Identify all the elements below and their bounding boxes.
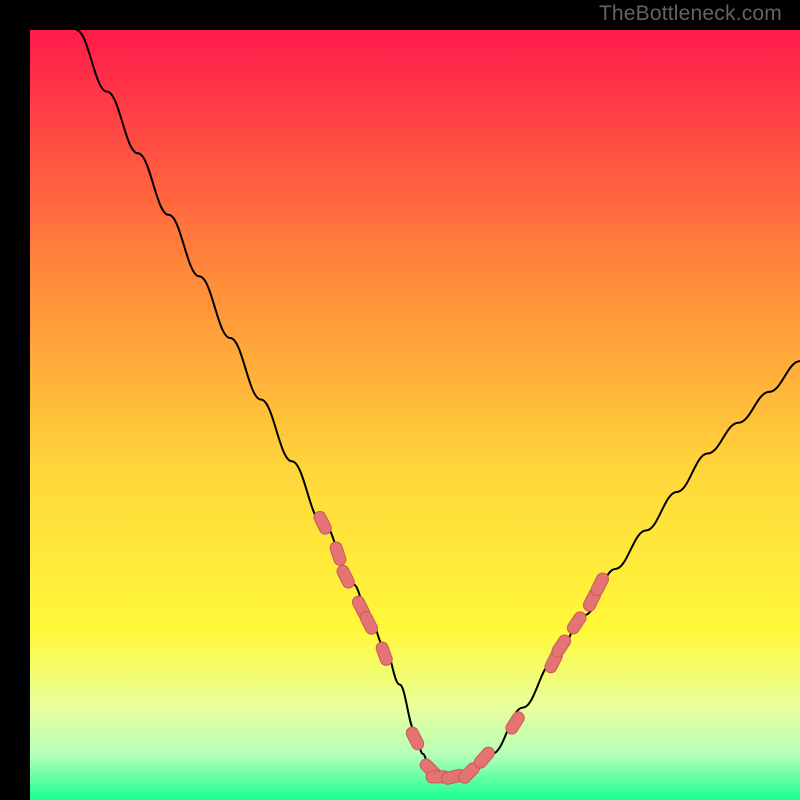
watermark-text: TheBottleneck.com [599, 2, 782, 26]
chart-frame [15, 15, 785, 785]
gradient-background [30, 30, 800, 800]
bottleneck-chart [30, 30, 800, 800]
